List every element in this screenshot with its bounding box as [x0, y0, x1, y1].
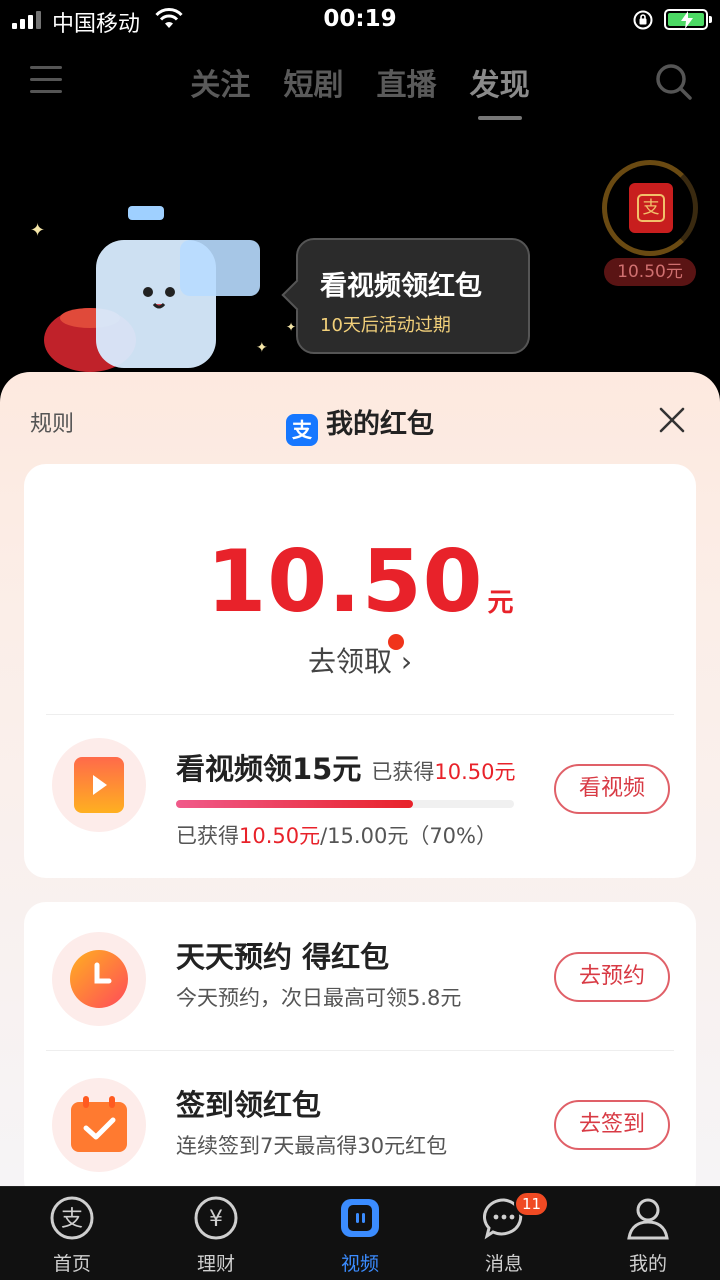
svg-text:¥: ¥: [209, 1207, 223, 1232]
tab-label: 首页: [52, 1253, 91, 1275]
divider: [46, 1050, 674, 1051]
tab-following[interactable]: 关注: [190, 60, 250, 104]
reserve-button[interactable]: 去预约: [554, 952, 670, 1002]
svg-text:支: 支: [61, 1207, 83, 1232]
task-icon: [52, 932, 146, 1026]
claim-label: 去领取: [307, 645, 392, 678]
close-icon[interactable]: [658, 406, 686, 434]
tab-profile[interactable]: 我的: [576, 1195, 720, 1276]
task-watch-video: 看视频领15元 已获得10.50元 已获得10.50元/15.00元（70%） 看…: [24, 728, 696, 878]
task-icon: [52, 1078, 146, 1172]
task-icon: [52, 738, 146, 832]
sheet-header: 规则 支我的红包: [0, 372, 720, 464]
task-title: 签到领红包: [176, 1088, 322, 1122]
side-reward-widget[interactable]: 支: [602, 160, 698, 256]
promo-subtitle: 10天后活动过期: [320, 315, 451, 336]
task-subtitle: 连续签到7天最高得30元红包: [176, 1134, 448, 1158]
alipay-icon: 支: [286, 414, 318, 446]
tab-messages[interactable]: 消息 11: [432, 1191, 576, 1276]
tab-live[interactable]: 直播: [377, 60, 437, 104]
sheet-title: 支我的红包: [0, 402, 720, 446]
chevron-right-icon: ›: [400, 645, 413, 678]
play-icon: [74, 757, 124, 813]
tab-label: 我的: [628, 1253, 667, 1275]
tasks-card: 天天预约 得红包 今天预约，次日最高可领5.8元 去预约 签到领红包 连续签到7…: [24, 902, 696, 1192]
balance-unit: 元: [487, 588, 514, 618]
tab-home[interactable]: 支 首页: [0, 1195, 144, 1276]
checkin-button[interactable]: 去签到: [554, 1100, 670, 1150]
task-progress-text: 已获得10.50元/15.00元（70%）: [176, 824, 497, 848]
red-packet-sheet: 规则 支我的红包 10.50 元 去领取 › 看视频领15元 已获得10.50元…: [0, 372, 720, 1192]
alipay-home-icon: 支: [50, 1196, 94, 1240]
unread-badge: 11: [514, 1191, 550, 1217]
balance-amount: 10.50 元: [24, 532, 696, 632]
sparkle-icon: ✦: [286, 320, 297, 334]
tab-short-drama[interactable]: 短剧: [283, 60, 343, 104]
mascot-illustration: [44, 206, 260, 372]
calendar-check-icon: [71, 1096, 127, 1152]
clock: 00:19: [323, 6, 397, 32]
watch-video-button[interactable]: 看视频: [554, 764, 670, 814]
bottom-tab-bar: 支 首页 ¥ 理财 视频 消息 11 我的: [0, 1186, 720, 1280]
tab-discover[interactable]: 发现: [470, 60, 530, 120]
task-checkin: 签到领红包 连续签到7天最高得30元红包 去签到: [24, 1076, 696, 1192]
status-bar: 中国移动 00:19: [0, 0, 720, 40]
top-nav: 关注 短剧 直播 发现: [0, 50, 720, 120]
notification-dot: [388, 634, 404, 650]
tab-video[interactable]: 视频: [288, 1195, 432, 1276]
person-icon: [627, 1198, 669, 1240]
divider: [46, 714, 674, 715]
top-tabs: 关注 短剧 直播 发现: [0, 60, 720, 120]
task-earned: 已获得10.50元: [371, 760, 516, 784]
task-subtitle: 今天预约，次日最高可领5.8元: [176, 986, 462, 1010]
promo-title: 看视频领红包: [320, 271, 482, 302]
task-title: 看视频领15元 已获得10.50元: [176, 752, 516, 786]
task-progress-bar: [176, 800, 514, 808]
sheet-title-text: 我的红包: [326, 409, 434, 440]
side-reward-amount: 10.50元: [604, 258, 696, 286]
tab-label: 消息: [484, 1253, 523, 1275]
balance-card: 10.50 元 去领取 › 看视频领15元 已获得10.50元 已获得10.50元/…: [24, 464, 696, 878]
tab-wealth[interactable]: ¥ 理财: [144, 1195, 288, 1276]
red-envelope-icon: 支: [629, 183, 673, 233]
video-icon: [341, 1199, 379, 1237]
balance-value: 10.50: [206, 532, 484, 632]
rotation-lock-icon: [633, 10, 653, 30]
tab-label: 视频: [340, 1253, 379, 1275]
task-reserve: 天天预约 得红包 今天预约，次日最高可领5.8元 去预约: [24, 926, 696, 1076]
claim-button[interactable]: 去领取 ›: [24, 634, 696, 680]
tab-label: 理财: [196, 1253, 235, 1275]
promo-bubble[interactable]: 看视频领红包 10天后活动过期: [296, 238, 530, 354]
promo-hero: ✦ ✦ ✦ 看视频领红包 10天后活动过期 支 10.50元: [0, 120, 720, 380]
task-title: 天天预约 得红包: [176, 940, 390, 974]
battery-icon: [664, 9, 712, 30]
clock-icon: [70, 950, 128, 1008]
yuan-icon: ¥: [194, 1196, 238, 1240]
search-icon[interactable]: [654, 62, 694, 102]
